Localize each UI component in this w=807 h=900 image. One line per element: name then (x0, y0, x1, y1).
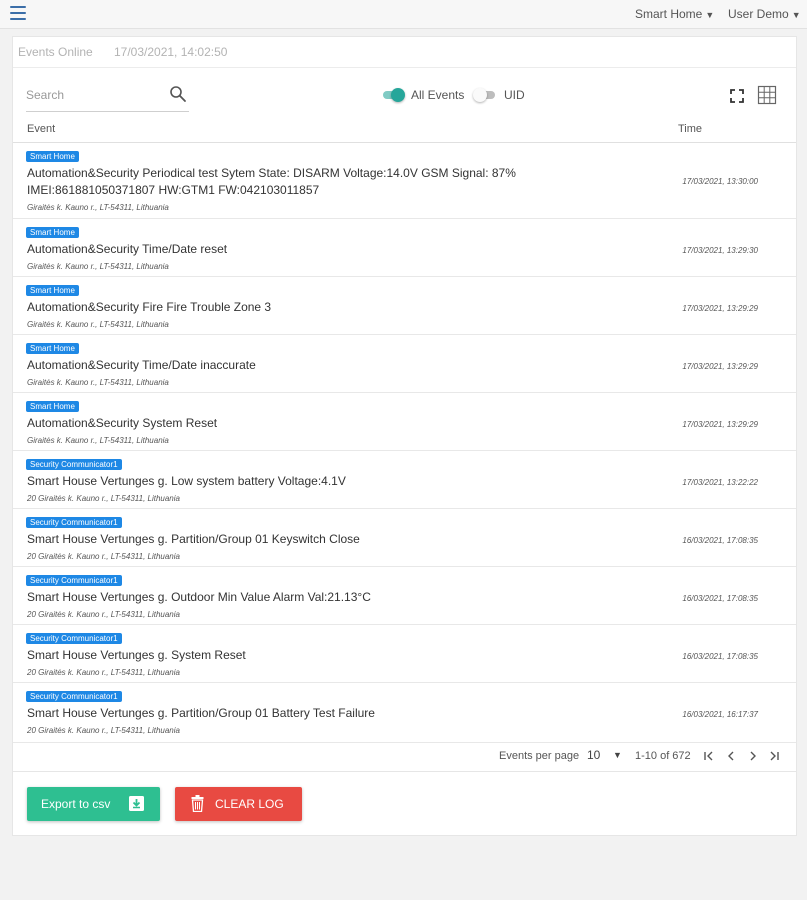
search-input[interactable] (26, 85, 164, 105)
event-message: Automation&Security Periodical test Syte… (27, 166, 516, 197)
download-icon (129, 796, 144, 811)
source-badge: Security Communicator1 (26, 575, 122, 586)
event-message: Smart House Vertunges g. Partition/Group… (27, 532, 360, 546)
smart-home-menu-label: Smart Home (635, 7, 703, 21)
event-time: 17/03/2021, 13:30:00 (682, 177, 758, 186)
event-time: 16/03/2021, 17:08:35 (682, 652, 758, 661)
user-menu[interactable]: User Demo ▼ (728, 7, 801, 21)
event-time: 16/03/2021, 17:08:35 (682, 536, 758, 545)
export-csv-button[interactable]: Export to csv (27, 787, 160, 821)
event-message: Automation&Security Time/Date inaccurate (27, 358, 256, 372)
source-badge: Smart Home (26, 227, 79, 238)
table-row[interactable]: Smart Home Automation&Security Fire Fire… (13, 277, 796, 335)
panel-timestamp: 17/03/2021, 14:02:50 (114, 45, 228, 59)
event-time: 17/03/2021, 13:29:30 (682, 246, 758, 255)
uid-toggle[interactable] (473, 88, 497, 102)
event-location: 20 Giraitės k. Kauno r., LT-54311, Lithu… (27, 668, 180, 677)
event-location: Giraitės k. Kauno r., LT-54311, Lithuani… (27, 436, 169, 445)
event-location: Giraitės k. Kauno r., LT-54311, Lithuani… (27, 378, 169, 387)
clear-log-label: CLEAR LOG (215, 797, 284, 811)
trash-icon (191, 795, 204, 812)
search-icon[interactable] (169, 85, 187, 103)
pagination-divider (13, 742, 796, 743)
table-row[interactable]: Smart Home Automation&Security Time/Date… (13, 335, 796, 393)
source-badge: Smart Home (26, 343, 79, 354)
source-badge: Security Communicator1 (26, 517, 122, 528)
event-message: Automation&Security System Reset (27, 416, 218, 430)
per-page-value: 10 (587, 748, 601, 762)
events-panel: Events Online 17/03/2021, 14:02:50 All E… (12, 36, 797, 836)
event-location: Giraitės k. Kauno r., LT-54311, Lithuani… (27, 262, 169, 271)
event-location: Giraitės k. Kauno r., LT-54311, Lithuani… (27, 320, 169, 329)
event-time: 17/03/2021, 13:29:29 (682, 420, 758, 429)
event-message: Automation&Security Fire Fire Trouble Zo… (27, 300, 272, 314)
clear-log-button[interactable]: CLEAR LOG (175, 787, 302, 821)
source-badge: Security Communicator1 (26, 459, 122, 470)
table-row[interactable]: Security Communicator1 Smart House Vertu… (13, 683, 796, 740)
export-csv-label: Export to csv (41, 797, 111, 811)
source-badge: Security Communicator1 (26, 633, 122, 644)
event-location: 20 Giraitės k. Kauno r., LT-54311, Lithu… (27, 726, 180, 735)
table-row[interactable]: Smart Home Automation&Security Time/Date… (13, 219, 796, 277)
event-time: 16/03/2021, 17:08:35 (682, 594, 758, 603)
source-badge: Smart Home (26, 285, 79, 296)
hamburger-icon[interactable] (10, 6, 26, 20)
uid-label: UID (504, 88, 525, 102)
event-time: 17/03/2021, 13:22:22 (682, 478, 758, 487)
column-header-time[interactable]: Time (678, 123, 702, 135)
column-header-event[interactable]: Event (27, 123, 55, 135)
event-location: 20 Giraitės k. Kauno r., LT-54311, Lithu… (27, 610, 180, 619)
event-location: Giraitės k. Kauno r., LT-54311, Lithuani… (27, 203, 169, 212)
event-time: 17/03/2021, 13:29:29 (682, 304, 758, 313)
event-location: 20 Giraitės k. Kauno r., LT-54311, Lithu… (27, 494, 180, 503)
table-row[interactable]: Security Communicator1 Smart House Vertu… (13, 567, 796, 625)
event-message: Smart House Vertunges g. System Reset (27, 648, 246, 662)
table-row[interactable]: Security Communicator1 Smart House Vertu… (13, 451, 796, 509)
smart-home-menu[interactable]: Smart Home ▼ (635, 7, 714, 21)
chevron-down-icon: ▼ (791, 10, 801, 20)
all-events-toggle[interactable] (381, 88, 405, 102)
event-message: Smart House Vertunges g. Partition/Group… (27, 706, 375, 720)
chevron-down-icon: ▼ (705, 10, 715, 20)
table-row[interactable]: Smart Home Automation&Security Periodica… (13, 143, 796, 219)
grid-icon[interactable] (757, 85, 777, 105)
table-row[interactable]: Security Communicator1 Smart House Vertu… (13, 509, 796, 567)
event-message: Smart House Vertunges g. Outdoor Min Val… (27, 590, 371, 604)
fullscreen-icon[interactable] (730, 89, 744, 103)
table-row[interactable]: Security Communicator1 Smart House Vertu… (13, 625, 796, 683)
first-page-icon[interactable] (702, 749, 716, 763)
events-list: Smart Home Automation&Security Periodica… (13, 143, 796, 740)
user-menu-label: User Demo (728, 7, 789, 21)
chevron-down-icon: ▼ (613, 750, 622, 760)
prev-page-icon[interactable] (724, 749, 738, 763)
panel-header: Events Online 17/03/2021, 14:02:50 (13, 37, 796, 68)
next-page-icon[interactable] (746, 749, 760, 763)
per-page-select[interactable]: 10 ▼ (586, 747, 626, 763)
table-row[interactable]: Smart Home Automation&Security System Re… (13, 393, 796, 451)
per-page-label: Events per page (499, 750, 580, 762)
search-box (26, 81, 189, 112)
all-events-label: All Events (411, 88, 465, 102)
source-badge: Security Communicator1 (26, 691, 122, 702)
top-bar: Smart Home ▼ User Demo ▼ (0, 0, 807, 29)
last-page-icon[interactable] (767, 749, 781, 763)
event-location: 20 Giraitės k. Kauno r., LT-54311, Lithu… (27, 552, 180, 561)
footer-divider (13, 771, 796, 772)
panel-title: Events Online (18, 45, 93, 59)
event-time: 17/03/2021, 13:29:29 (682, 362, 758, 371)
page-range: 1-10 of 672 (635, 750, 691, 762)
event-time: 16/03/2021, 16:17:37 (682, 710, 758, 719)
source-badge: Smart Home (26, 401, 79, 412)
source-badge: Smart Home (26, 151, 79, 162)
event-message: Smart House Vertunges g. Low system batt… (27, 474, 346, 488)
event-message: Automation&Security Time/Date reset (27, 242, 228, 256)
